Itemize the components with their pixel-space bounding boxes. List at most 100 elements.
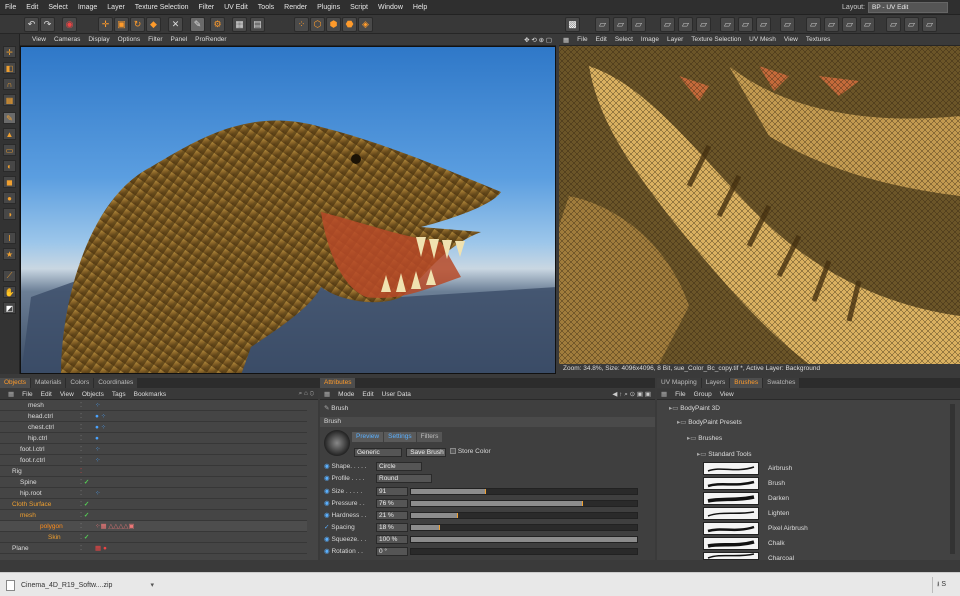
tab-materials[interactable]: Materials xyxy=(31,378,66,388)
undo-icon[interactable]: ↶ xyxy=(24,17,39,32)
object-row-hip-root[interactable]: hip.root ⁚ ⁘ xyxy=(0,488,307,499)
uv-menu-layer[interactable]: Layer xyxy=(663,36,687,43)
uv-tool-7-icon[interactable]: ▱ xyxy=(720,17,735,32)
recent-tool-icon[interactable]: ◆ xyxy=(146,17,161,32)
object-tag-icon[interactable]: ● ⁘ xyxy=(95,422,106,433)
uv-menu-image[interactable]: Image xyxy=(637,36,663,43)
uv-tool-1-icon[interactable]: ▱ xyxy=(595,17,610,32)
uv-tool-6-icon[interactable]: ▱ xyxy=(696,17,711,32)
param-slider[interactable] xyxy=(410,536,638,543)
tree-bodypaint[interactable]: ▸▭ BodyPaint 3D xyxy=(669,404,720,414)
visibility-dots[interactable]: ⁚ xyxy=(80,521,82,532)
uv-menu-uv-mesh[interactable]: UV Mesh xyxy=(745,36,780,43)
attributes-menu-mode[interactable]: Mode xyxy=(334,391,358,398)
brushes-scrollbar[interactable] xyxy=(950,404,955,554)
object-row-skin[interactable]: Skin ⁚ ✓ xyxy=(0,532,307,543)
viewport-menu-display[interactable]: Display xyxy=(84,36,113,43)
param-radio-icon[interactable]: ◉ xyxy=(324,548,330,555)
param-slider[interactable] xyxy=(410,488,638,495)
brush-thumbnail[interactable] xyxy=(703,522,759,535)
object-tag-icon[interactable]: ⁘ xyxy=(95,455,100,466)
eraser-tool-icon[interactable]: ▭ xyxy=(3,144,16,156)
brush-tool-icon[interactable]: ✎ xyxy=(3,112,16,124)
smudge-tool-icon[interactable]: ● xyxy=(3,192,16,204)
brush-item-label[interactable]: Pixel Airbrush xyxy=(768,525,808,532)
text-tool-icon[interactable]: I xyxy=(3,232,16,244)
visibility-dots[interactable]: ⁚ ✓ xyxy=(80,510,89,521)
brush-item-label[interactable]: Darken xyxy=(768,495,789,502)
objects-search-icon[interactable]: ⌕ ⌂ ⊙ xyxy=(295,390,318,398)
objects-menu-file[interactable]: File xyxy=(18,391,36,398)
dodge-tool-icon[interactable]: ◑ xyxy=(3,208,16,220)
visibility-dots[interactable]: ⁚ xyxy=(80,400,82,411)
param-value-field[interactable]: 0 ° xyxy=(376,547,408,556)
enable-paint-icon[interactable]: ⚙ xyxy=(210,17,225,32)
visibility-dots[interactable]: ⁚ xyxy=(80,433,82,444)
menu-render[interactable]: Render xyxy=(279,0,312,15)
fill-tool-icon[interactable]: ◼ xyxy=(3,176,16,188)
store-color-checkbox[interactable]: Store Color xyxy=(450,448,491,455)
tab-colors[interactable]: Colors xyxy=(66,378,94,388)
menu-window[interactable]: Window xyxy=(373,0,408,15)
visibility-dots[interactable]: ⁚ xyxy=(80,444,82,455)
save-brush-button[interactable]: Save Brush xyxy=(406,448,446,457)
object-tag-icon[interactable]: ● ⁘ xyxy=(95,411,106,422)
objects-menu-objects[interactable]: Objects xyxy=(78,391,108,398)
eyedropper-tool-icon[interactable]: ⟋ xyxy=(3,270,16,282)
uv-tool-5-icon[interactable]: ▱ xyxy=(678,17,693,32)
object-row-mesh-2[interactable]: mesh ⁚ ✓ xyxy=(0,510,307,521)
menu-script[interactable]: Script xyxy=(345,0,373,15)
uv-tool-3-icon[interactable]: ▱ xyxy=(631,17,646,32)
object-tags-icons[interactable]: ⁘▦ △△△△▣ xyxy=(95,521,135,532)
attributes-menu-user-data[interactable]: User Data xyxy=(378,391,415,398)
param-value-field[interactable]: 76 % xyxy=(376,499,408,508)
viewport-menu-view[interactable]: View xyxy=(28,36,50,43)
visibility-dots[interactable]: ⁚ xyxy=(80,543,82,554)
param-radio-icon[interactable]: ◉ xyxy=(324,500,330,507)
viewport-menu-prorender[interactable]: ProRender xyxy=(191,36,230,43)
edges-mode-icon[interactable]: ⬡ xyxy=(310,17,325,32)
tree-brushes[interactable]: ▸▭ Brushes xyxy=(687,434,722,444)
param-value-field[interactable]: 21 % xyxy=(376,511,408,520)
visibility-dots[interactable]: ⁚ xyxy=(80,488,82,499)
uv-view-icon[interactable]: ▦ xyxy=(559,36,573,44)
menu-uv-edit[interactable]: UV Edit xyxy=(219,0,253,15)
object-tag-icon[interactable]: ⁘ xyxy=(95,488,100,499)
param-value-field[interactable]: 100 % xyxy=(376,535,408,544)
uv-menu-view[interactable]: View xyxy=(780,36,802,43)
move-tool-icon[interactable]: ✛ xyxy=(3,46,16,58)
object-row-hip-ctrl[interactable]: hip.ctrl ⁚ ● xyxy=(0,433,307,444)
brush-item-label[interactable]: Charcoal xyxy=(768,555,794,562)
brushes-menu-view[interactable]: View xyxy=(716,391,738,398)
brushes-menu-file[interactable]: File xyxy=(671,391,689,398)
object-tag-icon[interactable]: ● xyxy=(95,433,99,444)
viewport-nav-icon[interactable]: ✥ ⟲ ⊕ ▢ xyxy=(520,36,556,44)
points-mode-icon[interactable]: ⁘ xyxy=(294,17,309,32)
object-row-head-ctrl[interactable]: head.ctrl ⁚ ● ⁘ xyxy=(0,411,307,422)
uv-tool-11-icon[interactable]: ▱ xyxy=(806,17,821,32)
param-value-field[interactable]: 18 % xyxy=(376,523,408,532)
tab-swatches[interactable]: Swatches xyxy=(763,378,800,388)
checker-icon[interactable]: ▩ xyxy=(565,17,580,32)
objects-menu-bookmarks[interactable]: Bookmarks xyxy=(130,391,171,398)
chevron-down-icon[interactable]: ▾ xyxy=(150,581,154,589)
attributes-menu-edit[interactable]: Edit xyxy=(358,391,377,398)
subtab-filters[interactable]: Filters xyxy=(416,432,443,442)
gradient-tool-icon[interactable]: ◐ xyxy=(3,160,16,172)
brush-thumbnail[interactable] xyxy=(703,462,759,475)
attributes-grid-icon[interactable]: ▦ xyxy=(320,390,334,398)
visibility-dots[interactable]: ⁚ xyxy=(80,455,82,466)
menu-plugins[interactable]: Plugins xyxy=(312,0,345,15)
uv-texture-view[interactable] xyxy=(559,46,960,364)
tab-brushes[interactable]: Brushes xyxy=(730,378,763,388)
shape-dropdown[interactable]: Circle xyxy=(376,462,422,471)
uv-menu-file[interactable]: File xyxy=(573,36,591,43)
tab-attributes[interactable]: Attributes xyxy=(320,378,356,388)
object-row-mesh[interactable]: mesh ⁚ ⁘ xyxy=(0,400,307,411)
uv-tool-15-icon[interactable]: ▱ xyxy=(886,17,901,32)
brush-item-label[interactable]: Airbrush xyxy=(768,465,792,472)
objects-menu-view[interactable]: View xyxy=(56,391,78,398)
uv-tool-14-icon[interactable]: ▱ xyxy=(860,17,875,32)
param-slider[interactable] xyxy=(410,548,638,555)
uv-tool-13-icon[interactable]: ▱ xyxy=(842,17,857,32)
